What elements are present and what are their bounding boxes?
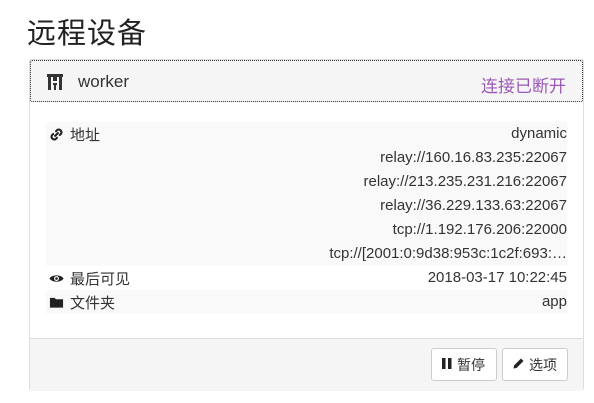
link-icon	[49, 126, 64, 143]
address-value: tcp://1.192.176.206:22000	[392, 221, 567, 238]
address-value: tcp://[2001:0:9d38:953c:1c2f:693:…	[329, 245, 567, 262]
last-seen-row: 最后可见 2018-03-17 10:22:45	[46, 266, 567, 290]
options-button-label: 选项	[529, 356, 557, 373]
address-row: 地址 dynamic relay://160.16.83.235:22067 r…	[46, 122, 567, 266]
device-panel-heading[interactable]: worker 连接已断开	[30, 60, 583, 102]
qrcode-icon	[47, 74, 63, 90]
pause-icon	[441, 357, 453, 373]
address-value: relay://160.16.83.235:22067	[380, 149, 567, 166]
folders-value: app	[541, 293, 567, 310]
page-title: 远程设备	[27, 18, 148, 50]
address-label: 地址	[70, 126, 101, 144]
device-info-table: 地址 dynamic relay://160.16.83.235:22067 r…	[46, 122, 567, 314]
pause-button[interactable]: 暂停	[431, 348, 497, 381]
folders-label: 文件夹	[70, 294, 116, 312]
pencil-icon	[512, 357, 525, 373]
eye-icon	[49, 270, 64, 287]
folder-icon	[49, 294, 64, 311]
address-value: relay://213.235.231.216:22067	[363, 173, 567, 190]
device-panel: worker 连接已断开 地址 dynamic relay://160.16.8…	[29, 59, 584, 391]
folders-row: 文件夹 app	[46, 290, 567, 314]
address-value: relay://36.229.133.63:22067	[380, 197, 567, 214]
device-panel-footer: 暂停 选项	[30, 338, 583, 391]
connection-status: 连接已断开	[481, 77, 566, 96]
last-seen-value: 2018-03-17 10:22:45	[427, 269, 567, 286]
address-value: dynamic	[511, 125, 567, 142]
last-seen-label: 最后可见	[70, 270, 131, 288]
device-name: worker	[78, 72, 130, 91]
options-button[interactable]: 选项	[502, 348, 568, 381]
pause-button-label: 暂停	[457, 356, 485, 373]
